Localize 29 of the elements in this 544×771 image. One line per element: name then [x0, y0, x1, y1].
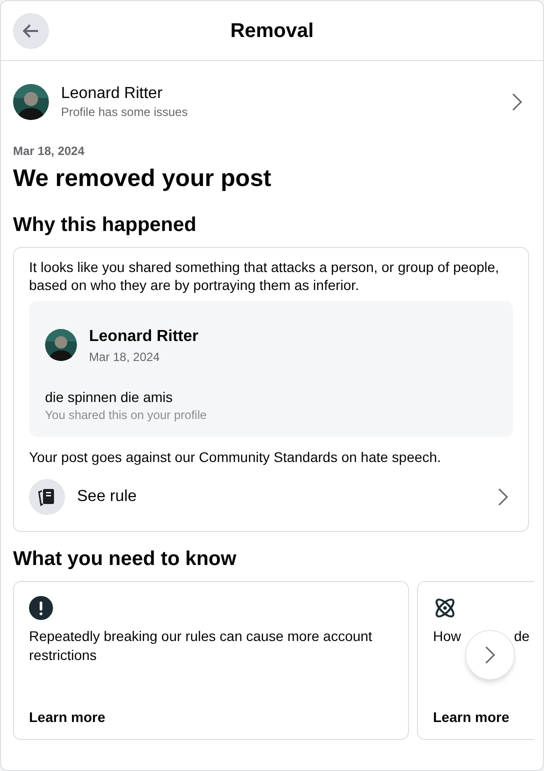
- post-note: You shared this on your profile: [45, 407, 208, 423]
- info-text: How: [433, 627, 462, 646]
- see-rule-link[interactable]: See rule: [29, 479, 513, 515]
- explanation-text: It looks like you shared something that attacks a person, or group of people, based on who they are by portraying them as inferior.: [29, 258, 500, 294]
- chevron-right-icon: [497, 487, 509, 507]
- page-heading: We removed your post: [13, 164, 272, 194]
- profile-row[interactable]: Leonard Ritter Profile has some issues: [13, 61, 531, 143]
- learn-more-link[interactable]: Learn more: [433, 707, 510, 727]
- section-heading: Why this happened: [13, 213, 198, 238]
- rulebook-icon: [29, 479, 65, 515]
- profile-status: Profile has some issues: [61, 104, 189, 120]
- atom-icon: [433, 596, 457, 620]
- post-date: Mar 18, 2024: [89, 349, 161, 365]
- chevron-right-icon: [511, 92, 523, 112]
- section-heading: What you need to know: [13, 547, 238, 572]
- page-title: Removal: [230, 18, 314, 44]
- next-chevron-icon: [484, 645, 496, 665]
- profile-name: Leonard Ritter: [61, 84, 164, 104]
- post-text: die spinnen die amis: [45, 388, 174, 407]
- see-rule-label: See rule: [77, 487, 138, 507]
- learn-more-link[interactable]: Learn more: [29, 707, 106, 727]
- removal-date: Mar 18, 2024: [13, 143, 86, 159]
- info-text: Repeatedly breaking our rules can cause more account restrictions: [29, 627, 374, 665]
- back-arrow-icon: [23, 24, 39, 38]
- info-text: de: [514, 627, 530, 646]
- violation-text: Your post goes against our Community Standards on hate speech.: [29, 448, 442, 467]
- post-author: Leonard Ritter: [89, 327, 198, 347]
- back-button[interactable]: [13, 12, 49, 48]
- exclamation-icon: [29, 596, 53, 620]
